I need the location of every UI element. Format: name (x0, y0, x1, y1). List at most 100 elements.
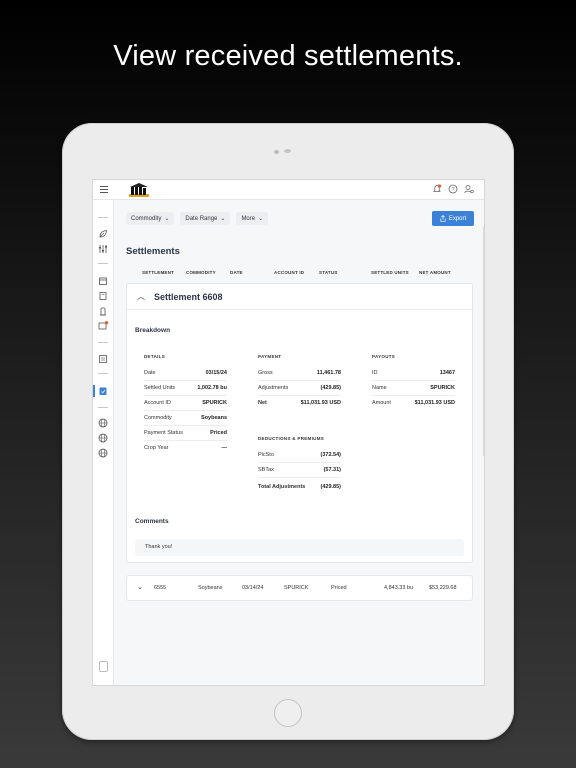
column-header[interactable]: NET AMOUNT (419, 270, 451, 275)
book-icon[interactable] (98, 291, 108, 301)
detail-key: Crop Year (144, 445, 169, 451)
detail-row: Payment Status Priced (144, 426, 227, 441)
column-header[interactable]: SETTLEMENT (142, 270, 174, 275)
row-settlement: 6555 (154, 585, 167, 591)
document-icon[interactable] (98, 354, 108, 364)
settlements-icon[interactable] (98, 386, 108, 396)
top-bar: ? (93, 180, 484, 200)
detail-value: Priced (210, 430, 227, 436)
row-commodity: Soybeans (198, 585, 223, 591)
column-header[interactable]: COMMODITY (186, 270, 216, 275)
chevron-up-icon[interactable]: ︿ (137, 291, 145, 302)
detail-value: SPURICK (202, 400, 227, 406)
detail-value: 1,002.78 bu (197, 385, 227, 391)
payout-value: $11,031.93 USD (414, 400, 455, 406)
payout-row: Amount $11,031.93 USD (372, 396, 455, 411)
detail-key: Account ID (144, 400, 171, 406)
column-header[interactable]: SETTLED UNITS (371, 270, 409, 275)
payout-key: ID (372, 370, 378, 376)
company-logo (129, 183, 149, 197)
globe-icon[interactable] (98, 448, 108, 458)
settlement-card-header[interactable]: ︿ Settlement 6608 (127, 284, 474, 310)
column-header[interactable]: DATE (230, 270, 243, 275)
detail-row: Crop Year — (144, 441, 227, 456)
export-label: Export (448, 215, 467, 222)
filter-more[interactable]: More ⌄ (236, 212, 269, 225)
payout-key: Amount (372, 400, 391, 406)
sidebar-divider (98, 373, 108, 374)
sliders-icon[interactable] (98, 244, 108, 254)
row-date: 03/14/24 (242, 585, 264, 591)
detail-value: Soybeans (201, 415, 227, 421)
sidebar-divider (98, 407, 108, 408)
help-icon[interactable]: ? (448, 184, 458, 194)
globe-icon[interactable] (98, 418, 108, 428)
filter-bar: Commodity ⌄ Date Range ⌄ More ⌄ (126, 212, 269, 225)
export-button[interactable]: Export (432, 211, 474, 226)
detail-key: Date (144, 370, 156, 376)
globe-icon[interactable] (98, 433, 108, 443)
main-content: Commodity ⌄ Date Range ⌄ More ⌄ Export S… (114, 200, 484, 685)
payment-key: Gross (258, 370, 273, 376)
active-indicator (93, 385, 95, 397)
sensor-dot (284, 149, 291, 153)
filter-commodity[interactable]: Commodity ⌄ (126, 212, 175, 225)
contracts-icon[interactable] (98, 321, 108, 331)
sidebar-divider (98, 217, 108, 218)
menu-icon[interactable] (100, 186, 108, 193)
comment-text: Thank you! (145, 544, 173, 550)
comment-box: Thank you! (135, 539, 464, 556)
payment-key: Net (258, 400, 267, 406)
filter-date-range[interactable]: Date Range ⌄ (180, 212, 231, 225)
deduction-value: (429.85) (320, 484, 342, 490)
column-header[interactable]: ACCOUNT ID (274, 270, 304, 275)
app-screen: ? Commodity ⌄ Date Range ⌄ More ⌄ Export… (92, 179, 485, 686)
payment-value: $11,031.93 USD (300, 400, 341, 406)
chevron-down-icon[interactable]: ⌄ (137, 583, 143, 591)
row-account-id: SPURICK (284, 585, 309, 591)
phone-icon[interactable] (99, 661, 108, 672)
payment-heading: PAYMENT (258, 354, 282, 359)
scrollbar[interactable] (483, 226, 484, 456)
row-status: Priced (331, 585, 347, 591)
details-heading: DETAILS (144, 354, 166, 359)
leaf-icon[interactable] (98, 229, 108, 239)
filter-label: Commodity (131, 215, 162, 222)
chevron-down-icon: ⌄ (258, 216, 264, 222)
detail-key: Commodity (144, 415, 172, 421)
sidebar (93, 200, 114, 685)
deduction-row: Total Adjustments (429.85) (258, 480, 341, 495)
payout-value: SPURICK (430, 385, 455, 391)
deduction-row: PlcSto (372.54) (258, 448, 341, 463)
share-icon (440, 215, 446, 222)
silo-icon[interactable] (98, 306, 108, 316)
home-button[interactable] (274, 699, 302, 727)
sidebar-divider (98, 342, 108, 343)
deduction-value: (372.54) (320, 452, 342, 458)
chevron-down-icon: ⌄ (164, 216, 170, 222)
payment-key: Adjustments (258, 385, 289, 391)
deduction-key: Total Adjustments (258, 484, 306, 490)
detail-row: Commodity Soybeans (144, 411, 227, 426)
row-net-amount: $53,229.68 (429, 585, 457, 591)
detail-value: 03/15/24 (205, 370, 227, 376)
settlement-title: Settlement 6608 (154, 292, 223, 302)
column-header[interactable]: STATUS (319, 270, 338, 275)
payout-value: 13467 (439, 370, 455, 376)
breakdown-heading: Breakdown (135, 327, 171, 334)
comments-heading: Comments (135, 518, 169, 525)
payment-value: (429.85) (320, 385, 342, 391)
storefront-icon[interactable] (98, 276, 108, 286)
account-icon[interactable] (464, 184, 474, 194)
promo-headline: View received settlements. (113, 40, 463, 72)
payment-row: Gross 11,461.78 (258, 366, 341, 381)
detail-row: Account ID SPURICK (144, 396, 227, 411)
payouts-heading: PAYOUTS (372, 354, 396, 359)
settlement-row[interactable]: ⌄ 6555 Soybeans 03/14/24 SPURICK Priced … (126, 575, 473, 601)
payment-value: 11,461.78 (316, 370, 341, 376)
detail-key: Settled Units (144, 385, 176, 391)
bell-icon[interactable] (432, 184, 442, 194)
payout-row: Name SPURICK (372, 381, 455, 396)
table-header: SETTLEMENT COMMODITY DATE ACCOUNT ID STA… (126, 270, 474, 280)
payment-row: Net $11,031.93 USD (258, 396, 341, 411)
